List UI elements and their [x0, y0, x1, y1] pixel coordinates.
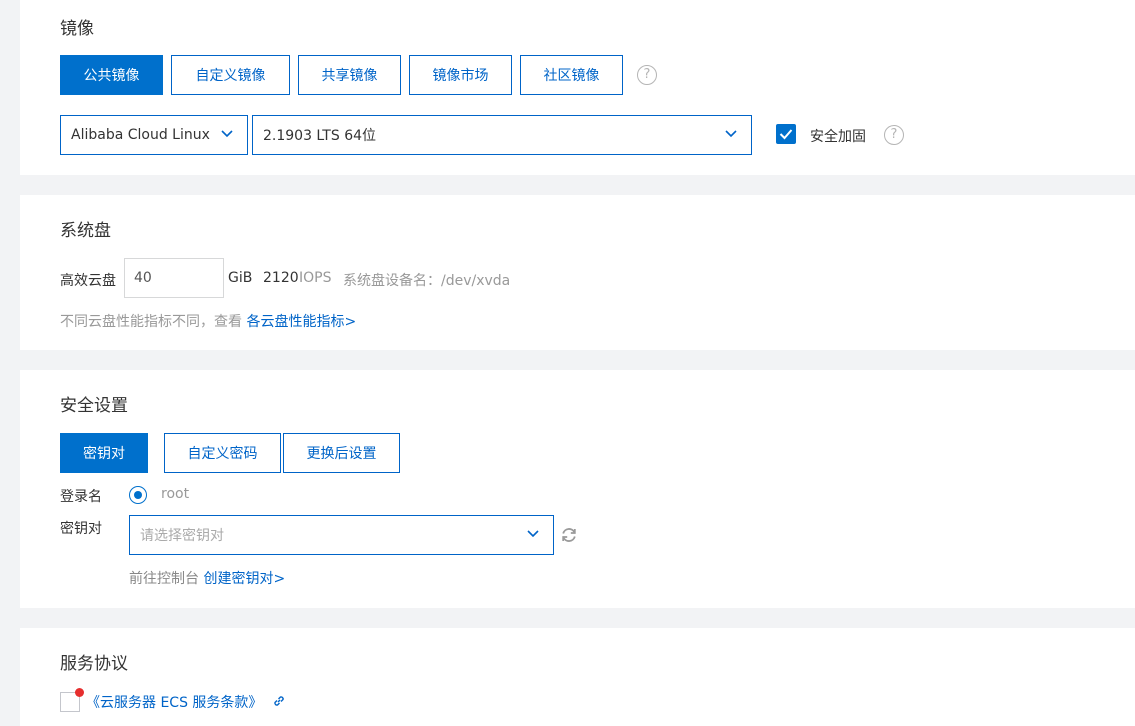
version-select[interactable]: 2.1903 LTS 64位: [252, 115, 752, 155]
link-icon[interactable]: [272, 694, 286, 708]
keypair-label: 密钥对: [60, 521, 102, 537]
disk-size-input[interactable]: [124, 258, 224, 298]
create-keypair-hint: 前往控制台 创建密钥对>: [129, 568, 285, 588]
tab-marketplace-image[interactable]: 镜像市场: [409, 55, 512, 95]
chevron-down-icon: [221, 130, 233, 138]
tab-custom-image[interactable]: 自定义镜像: [171, 55, 290, 95]
disk-iops-label: IOPS: [299, 270, 332, 286]
chevron-down-icon: [527, 530, 539, 538]
login-name-value: root: [161, 486, 190, 502]
terms-link[interactable]: 《云服务器 ECS 服务条款》: [86, 692, 262, 712]
system-disk-section: 系统盘 高效云盘 GiB 2120 IOPS 系统盘设备名：/dev/xvda …: [20, 195, 1135, 350]
keypair-select[interactable]: 请选择密钥对: [129, 515, 554, 555]
tab-custom-password[interactable]: 自定义密码: [164, 433, 281, 473]
section-title-image: 镜像: [60, 19, 94, 39]
required-dot: [75, 688, 84, 697]
image-section: 镜像 公共镜像 自定义镜像 共享镜像 镜像市场 社区镜像 ? Alibaba C…: [20, 0, 1135, 175]
disk-hint-text: 不同云盘性能指标不同，查看: [60, 314, 242, 330]
disk-performance-link[interactable]: 各云盘性能指标>: [246, 314, 356, 330]
disk-performance-hint: 不同云盘性能指标不同，查看 各云盘性能指标>: [60, 311, 356, 331]
tab-set-later[interactable]: 更换后设置: [283, 433, 400, 473]
hardening-label: 安全加固: [810, 129, 866, 145]
disk-unit: GiB: [228, 270, 253, 286]
section-title-system-disk: 系统盘: [60, 221, 111, 241]
tab-keypair[interactable]: 密钥对: [60, 433, 148, 473]
help-icon[interactable]: ?: [637, 65, 657, 85]
chevron-down-icon: [725, 130, 737, 138]
help-icon[interactable]: ?: [884, 125, 904, 145]
disk-iops-number: 2120: [263, 270, 299, 286]
agreement-section: 服务协议 《云服务器 ECS 服务条款》: [20, 628, 1135, 726]
disk-device-name: 系统盘设备名：/dev/xvda: [343, 273, 511, 289]
disk-type-label: 高效云盘: [60, 273, 116, 289]
section-title-agreement: 服务协议: [60, 654, 128, 674]
hardening-checkbox[interactable]: [776, 124, 796, 144]
os-select-value: Alibaba Cloud Linux: [71, 127, 210, 143]
version-select-value: 2.1903 LTS 64位: [263, 128, 377, 144]
tab-community-image[interactable]: 社区镜像: [520, 55, 623, 95]
login-radio[interactable]: [129, 486, 147, 504]
keypair-placeholder: 请选择密钥对: [140, 528, 224, 544]
refresh-icon[interactable]: [560, 526, 578, 544]
console-hint: 前往控制台: [129, 571, 199, 587]
tab-shared-image[interactable]: 共享镜像: [298, 55, 401, 95]
login-name-label: 登录名: [60, 489, 102, 505]
security-section: 安全设置 密钥对 自定义密码 更换后设置 登录名 root 密钥对 请选择密钥对…: [20, 370, 1135, 608]
create-keypair-link[interactable]: 创建密钥对>: [203, 571, 285, 587]
radio-dot: [133, 490, 142, 499]
section-title-security: 安全设置: [60, 396, 128, 416]
os-select[interactable]: Alibaba Cloud Linux: [60, 115, 248, 155]
tab-public-image[interactable]: 公共镜像: [60, 55, 163, 95]
checkmark-icon: [779, 129, 793, 140]
